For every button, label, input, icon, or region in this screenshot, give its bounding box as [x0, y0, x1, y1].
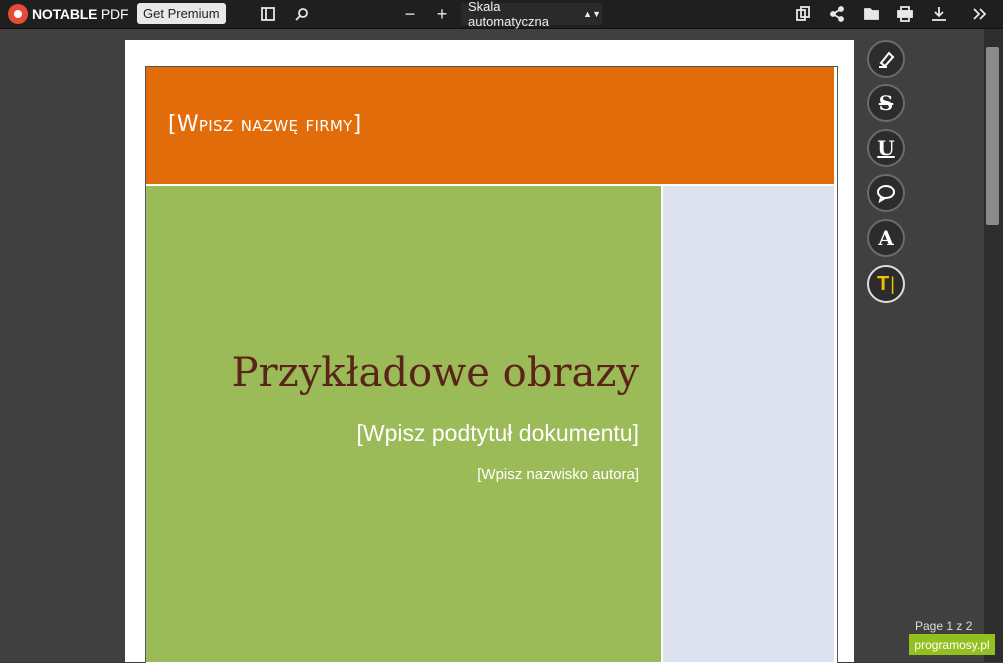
copy-pages-icon	[796, 6, 810, 21]
text-cursor-icon: T	[877, 272, 890, 295]
share-button[interactable]	[825, 0, 849, 28]
strikethrough-tool-button[interactable]: S	[867, 84, 905, 122]
strikethrough-icon: S	[878, 91, 894, 115]
underline-icon: U	[877, 136, 895, 160]
text-letter-icon: A	[878, 226, 894, 250]
scale-value: Skala automatyczna	[468, 0, 549, 29]
double-chevron-right-icon	[973, 8, 987, 20]
highlight-tool-button[interactable]	[867, 40, 905, 78]
more-tools-button[interactable]	[967, 0, 991, 28]
sidebar-toggle-button[interactable]	[256, 0, 280, 28]
zoom-out-button[interactable]: −	[398, 0, 422, 28]
document-author: [Wpisz nazwisko autora]	[477, 466, 639, 483]
eraser-highlighter-icon	[879, 51, 895, 68]
notable-pdf-logo[interactable]: NOTABLE PDF	[8, 0, 133, 28]
zoom-scale-select[interactable]: Skala automatyczna ▲▼	[461, 0, 602, 29]
cursor-bar-icon: |	[890, 273, 895, 294]
printer-icon	[897, 6, 913, 22]
underline-tool-button[interactable]: U	[867, 129, 905, 167]
print-button[interactable]	[893, 0, 917, 28]
copy-button[interactable]	[791, 0, 815, 28]
folder-open-icon	[864, 8, 879, 20]
search-button[interactable]	[290, 0, 314, 28]
notable-logo-icon	[8, 4, 28, 24]
open-file-button[interactable]	[860, 0, 884, 28]
watermark-badge: programosy.pl	[909, 634, 995, 655]
speech-bubble-icon	[877, 185, 895, 204]
download-button[interactable]	[927, 0, 951, 28]
logo-bold-text: NOTABLE	[32, 6, 98, 22]
get-premium-button[interactable]: Get Premium	[137, 3, 226, 24]
zoom-in-button[interactable]: +	[430, 0, 454, 28]
sidebar-icon	[261, 7, 275, 21]
cover-side-panel	[663, 186, 834, 662]
share-icon	[830, 6, 844, 22]
company-name-placeholder: [Wpisz nazwę firmy]	[168, 112, 362, 137]
scrollbar-thumb[interactable]	[986, 47, 999, 225]
text-tool-button[interactable]: A	[867, 219, 905, 257]
text-box-tool-button[interactable]: T |	[867, 265, 905, 303]
document-title: Przykładowe obrazy	[231, 350, 639, 396]
comment-tool-button[interactable]	[867, 174, 905, 212]
search-icon	[295, 8, 308, 21]
select-caret-icon: ▲▼	[583, 9, 601, 19]
page-indicator: Page 1 z 2	[915, 619, 973, 633]
document-subtitle: [Wpisz podtytuł dokumentu]	[356, 420, 639, 446]
top-toolbar: NOTABLE PDF Get Premium − + Skala automa…	[0, 0, 1003, 29]
logo-light-text: PDF	[97, 6, 129, 22]
download-icon	[932, 7, 946, 21]
